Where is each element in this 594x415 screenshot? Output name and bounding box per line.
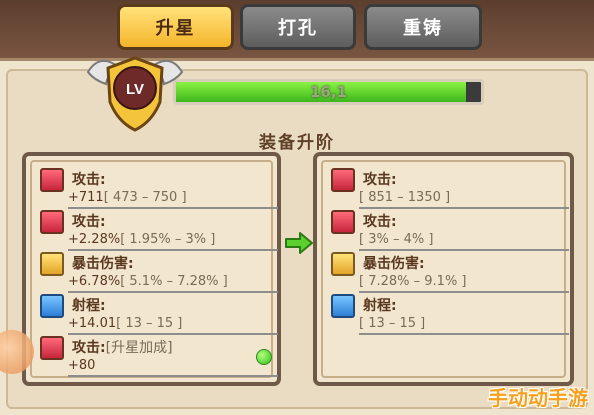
stat-label: 攻击: bbox=[363, 172, 397, 188]
attack-icon bbox=[331, 210, 355, 234]
stat-bonus: +711 bbox=[68, 190, 104, 205]
stat-divider bbox=[68, 291, 278, 293]
attack-icon bbox=[40, 210, 64, 234]
arrow-right-icon bbox=[285, 232, 313, 254]
stat-divider bbox=[359, 333, 569, 335]
star-bonus-indicator[interactable] bbox=[256, 349, 272, 365]
stat-value: [ 3% – 4% ] bbox=[359, 232, 433, 247]
stat-label: 攻击: bbox=[72, 172, 106, 188]
level-progress-bar: 16,1 bbox=[173, 79, 484, 105]
stat-value: [ 7.28% – 9.1% ] bbox=[359, 274, 467, 289]
stat-divider bbox=[68, 333, 278, 335]
level-badge-text: LV bbox=[126, 81, 144, 98]
stat-range: [ 1.95% – 3% ] bbox=[120, 232, 216, 247]
stat-range: [ 7.28% – 9.1% ] bbox=[359, 274, 467, 289]
attack-icon bbox=[331, 168, 355, 192]
stat-divider bbox=[359, 207, 569, 209]
stat-range: [ 473 – 750 ] bbox=[103, 190, 187, 205]
attack-icon bbox=[40, 336, 64, 360]
stat-label: 攻击: bbox=[72, 214, 106, 230]
stat-value: +14.01[ 13 – 15 ] bbox=[68, 316, 182, 331]
stat-divider bbox=[68, 207, 278, 209]
level-badge-icon: LV bbox=[86, 56, 184, 132]
stat-label: 射程: bbox=[72, 298, 106, 314]
stat-bonus: +6.78% bbox=[68, 274, 121, 289]
stat-value: +80 bbox=[68, 358, 95, 373]
stat-bonus: +80 bbox=[68, 358, 96, 373]
range-icon bbox=[331, 294, 355, 318]
stat-bonus: +14.01 bbox=[68, 316, 117, 331]
stat-label: 射程: bbox=[363, 298, 397, 314]
stat-label: 暴击伤害: bbox=[363, 256, 425, 272]
range-icon bbox=[40, 294, 64, 318]
stat-range: [升星加成] bbox=[105, 340, 173, 356]
upgraded-stats-panel: 攻击: [ 851 – 1350 ] 攻击: [ 3% – 4% ] 暴击伤害:… bbox=[313, 152, 574, 386]
stat-range: [ 851 – 1350 ] bbox=[359, 190, 451, 205]
stat-value: +711[ 473 – 750 ] bbox=[68, 190, 187, 205]
stat-range: [ 13 – 15 ] bbox=[116, 316, 183, 331]
stat-divider bbox=[68, 375, 278, 377]
stat-value: +2.28%[ 1.95% – 3% ] bbox=[68, 232, 215, 247]
stat-value: [ 851 – 1350 ] bbox=[359, 190, 450, 205]
crit-damage-icon bbox=[40, 252, 64, 276]
stat-divider bbox=[359, 291, 569, 293]
tab-socket[interactable]: 打孔 bbox=[240, 4, 356, 50]
tab-reforge[interactable]: 重铸 bbox=[364, 4, 482, 50]
stat-range: [ 13 – 15 ] bbox=[359, 316, 426, 331]
stat-bonus: +2.28% bbox=[68, 232, 121, 247]
stat-label-text: 攻击: bbox=[72, 340, 106, 356]
section-title: 装备升阶 bbox=[259, 133, 335, 153]
stat-label: 攻击:[升星加成] bbox=[72, 337, 173, 357]
stat-divider bbox=[359, 249, 569, 251]
stat-label: 暴击伤害: bbox=[72, 256, 134, 272]
stat-value: [ 13 – 15 ] bbox=[359, 316, 425, 331]
tab-star-upgrade[interactable]: 升星 bbox=[117, 4, 234, 50]
attack-icon bbox=[40, 168, 64, 192]
current-stats-panel: 攻击: +711[ 473 – 750 ] 攻击: +2.28%[ 1.95% … bbox=[22, 152, 281, 386]
stat-range: [ 3% – 4% ] bbox=[359, 232, 434, 247]
progress-text: 16,1 bbox=[309, 83, 347, 101]
stat-divider bbox=[68, 249, 278, 251]
stat-value: +6.78%[ 5.1% – 7.28% ] bbox=[68, 274, 228, 289]
stat-label: 攻击: bbox=[363, 214, 397, 230]
crit-damage-icon bbox=[331, 252, 355, 276]
stat-range: [ 5.1% – 7.28% ] bbox=[120, 274, 228, 289]
watermark-text: 手动动手游 bbox=[488, 386, 588, 410]
